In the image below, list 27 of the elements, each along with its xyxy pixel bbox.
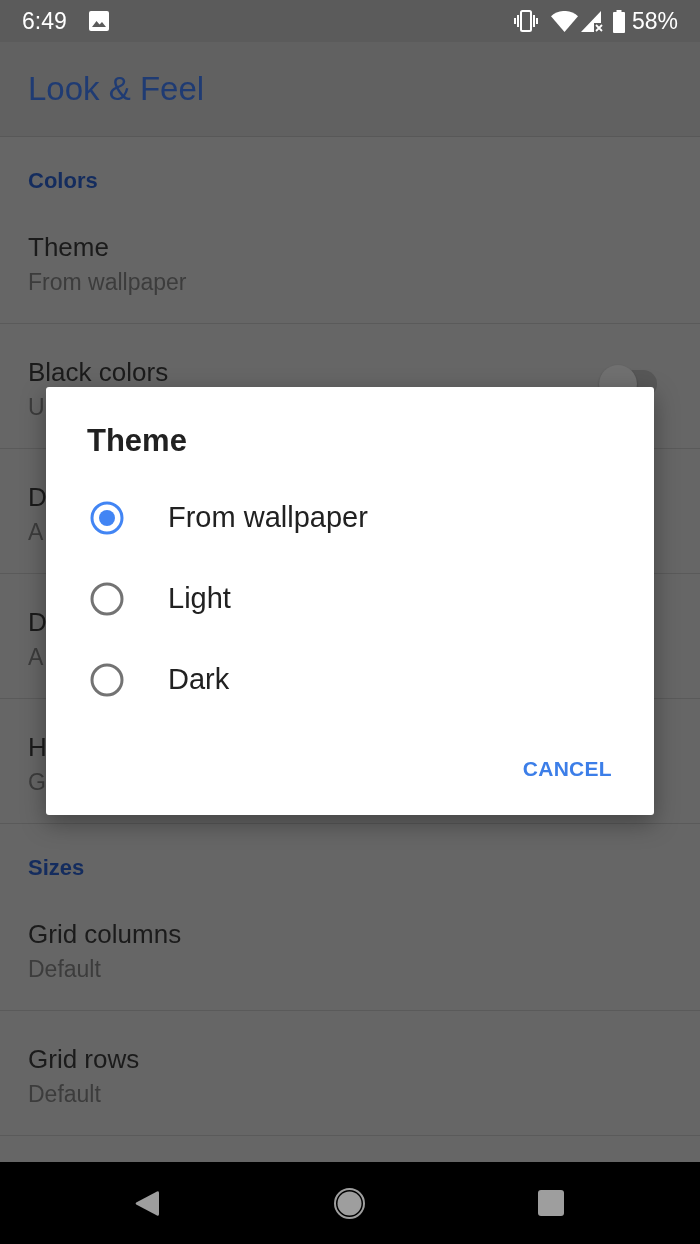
theme-option[interactable]: Dark bbox=[46, 639, 654, 720]
section-header: Sizes bbox=[28, 854, 85, 882]
battery-percent: 58% bbox=[631, 7, 678, 35]
home-icon[interactable] bbox=[333, 1187, 365, 1219]
radio-icon[interactable] bbox=[90, 500, 124, 535]
setting-title[interactable]: Theme bbox=[28, 231, 109, 263]
setting-title[interactable]: H bbox=[28, 731, 47, 763]
vibrate-icon bbox=[513, 10, 538, 32]
signal-icon bbox=[580, 10, 603, 32]
setting-title[interactable]: Grid columns bbox=[28, 918, 182, 950]
radio-icon[interactable] bbox=[90, 581, 124, 616]
app-bar-title: Look & Feel bbox=[28, 69, 205, 109]
theme-option[interactable]: Light bbox=[46, 558, 654, 639]
radio-icon[interactable] bbox=[90, 662, 124, 697]
back-icon[interactable] bbox=[135, 1189, 159, 1217]
setting-title[interactable]: Black colors bbox=[28, 356, 169, 388]
setting-title[interactable]: D bbox=[28, 481, 47, 513]
image-icon bbox=[88, 11, 109, 31]
setting-title[interactable]: D bbox=[28, 606, 47, 638]
theme-option[interactable]: From wallpaper bbox=[46, 477, 654, 558]
dialog-button[interactable]: CANCEL bbox=[514, 745, 620, 793]
status-time: 6:49 bbox=[22, 7, 67, 35]
battery-icon bbox=[612, 9, 625, 33]
setting-title[interactable]: Grid rows bbox=[28, 1043, 140, 1075]
dialog-title: Theme bbox=[87, 422, 187, 460]
wifi-icon bbox=[550, 10, 578, 32]
section-header: Colors bbox=[28, 167, 98, 195]
